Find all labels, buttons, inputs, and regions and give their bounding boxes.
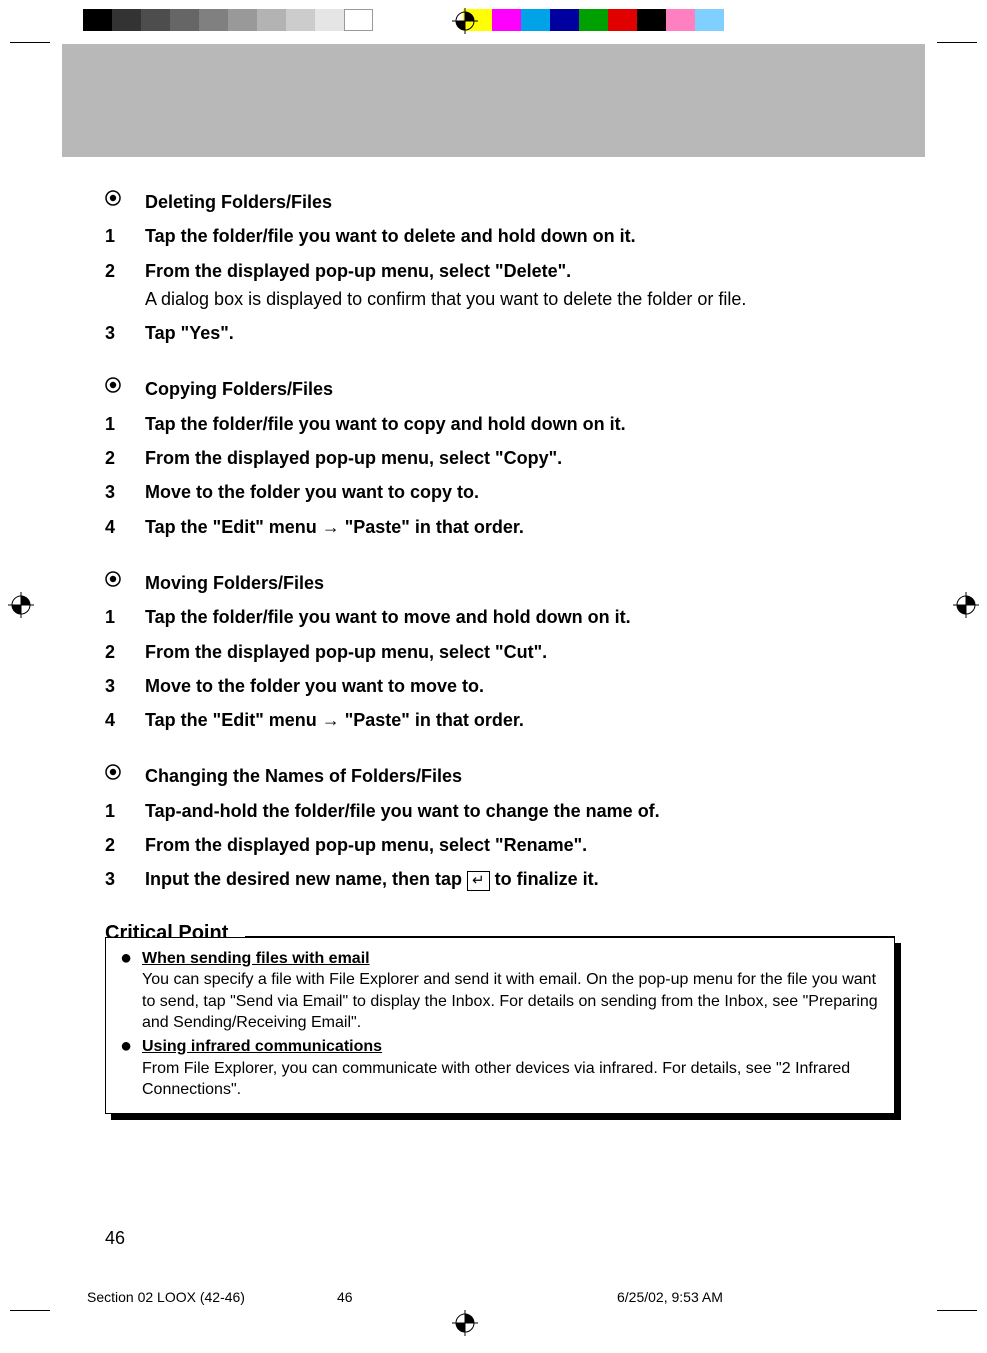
step-note: A dialog box is displayed to confirm tha…: [145, 287, 895, 311]
step-number: 3: [105, 674, 145, 698]
critical-point-box: ●When sending files with emailYou can sp…: [105, 937, 895, 1114]
section-heading: Copying Folders/Files: [105, 377, 895, 401]
cp-item-body: From File Explorer, you can communicate …: [142, 1060, 850, 1099]
step-text: From the displayed pop-up menu, select "…: [145, 259, 895, 312]
step-text: Tap the "Edit" menu → "Paste" in that or…: [145, 708, 895, 732]
registration-mark-icon: [8, 592, 34, 623]
bullet-dot-icon: ●: [120, 1036, 142, 1056]
bullet-dot-icon: ●: [120, 948, 142, 968]
section-heading: Moving Folders/Files: [105, 571, 895, 595]
enter-key-icon: ↵: [467, 871, 490, 891]
step-text: Tap the folder/file you want to copy and…: [145, 412, 895, 436]
step-number: 3: [105, 867, 145, 891]
step-number: 3: [105, 480, 145, 504]
crop-mark: [10, 1310, 50, 1311]
step-text: Tap the "Edit" menu → "Paste" in that or…: [145, 515, 895, 539]
step-number: 1: [105, 412, 145, 436]
step-text: Tap "Yes".: [145, 321, 895, 345]
section-heading: Changing the Names of Folders/Files: [105, 764, 895, 788]
step-number: 4: [105, 515, 145, 539]
step-number: 2: [105, 446, 145, 470]
cp-item-body: You can specify a file with File Explore…: [142, 971, 878, 1031]
footer-datetime: 6/25/02, 9:53 AM: [437, 1289, 937, 1305]
step-number: 1: [105, 605, 145, 629]
step: 2From the displayed pop-up menu, select …: [105, 640, 895, 664]
bullet-icon: [105, 764, 145, 780]
registration-mark-icon: [452, 1310, 478, 1341]
page-content: Deleting Folders/Files1Tap the folder/fi…: [105, 190, 895, 1114]
cp-item-title: When sending files with email: [142, 950, 370, 967]
heading-text: Copying Folders/Files: [145, 377, 895, 401]
footer: Section 02 LOOX (42-46) 46 6/25/02, 9:53…: [87, 1289, 937, 1305]
heading-text: Changing the Names of Folders/Files: [145, 764, 895, 788]
step: 3Move to the folder you want to copy to.: [105, 480, 895, 504]
step: 1Tap the folder/file you want to copy an…: [105, 412, 895, 436]
step-number: 2: [105, 640, 145, 664]
footer-page: 46: [337, 1289, 437, 1305]
step-number: 3: [105, 321, 145, 345]
step-text: Tap the folder/file you want to delete a…: [145, 224, 895, 248]
step-text: Move to the folder you want to move to.: [145, 674, 895, 698]
cp-item-title: Using infrared communications: [142, 1038, 382, 1055]
step: 2From the displayed pop-up menu, select …: [105, 446, 895, 470]
step: 3Input the desired new name, then tap ↵ …: [105, 867, 895, 891]
registration-mark-icon: [953, 592, 979, 623]
heading-text: Deleting Folders/Files: [145, 190, 895, 214]
bullet-icon: [105, 571, 145, 587]
step-number: 2: [105, 259, 145, 283]
step: 2From the displayed pop-up menu, select …: [105, 833, 895, 857]
bullet-icon: [105, 377, 145, 393]
step-number: 2: [105, 833, 145, 857]
crop-mark: [937, 1310, 977, 1311]
section-heading: Deleting Folders/Files: [105, 190, 895, 214]
step-text: Input the desired new name, then tap ↵ t…: [145, 867, 895, 891]
printer-color-bar: [83, 9, 753, 31]
footer-doc: Section 02 LOOX (42-46): [87, 1289, 337, 1305]
step: 1Tap the folder/file you want to move an…: [105, 605, 895, 629]
step-text: Tap-and-hold the folder/file you want to…: [145, 799, 895, 823]
step-text: From the displayed pop-up menu, select "…: [145, 833, 895, 857]
step: 4Tap the "Edit" menu → "Paste" in that o…: [105, 515, 895, 539]
registration-mark-icon: [452, 8, 478, 39]
step: 1Tap the folder/file you want to delete …: [105, 224, 895, 248]
step-text: From the displayed pop-up menu, select "…: [145, 640, 895, 664]
crop-mark: [937, 42, 977, 43]
bullet-icon: [105, 190, 145, 206]
step: 3Move to the folder you want to move to.: [105, 674, 895, 698]
crop-mark: [10, 42, 50, 43]
step: 1Tap-and-hold the folder/file you want t…: [105, 799, 895, 823]
step-text: Move to the folder you want to copy to.: [145, 480, 895, 504]
step-text: From the displayed pop-up menu, select "…: [145, 446, 895, 470]
step-number: 1: [105, 224, 145, 248]
critical-point-item: ●Using infrared communications From File …: [120, 1036, 880, 1101]
step-number: 1: [105, 799, 145, 823]
step-text: Tap the folder/file you want to move and…: [145, 605, 895, 629]
header-band: [62, 44, 925, 157]
step-number: 4: [105, 708, 145, 732]
step: 2From the displayed pop-up menu, select …: [105, 259, 895, 312]
critical-point-item: ●When sending files with email You can sp…: [120, 948, 880, 1034]
step: 3Tap "Yes".: [105, 321, 895, 345]
page-number: 46: [105, 1228, 125, 1249]
heading-text: Moving Folders/Files: [145, 571, 895, 595]
step: 4Tap the "Edit" menu → "Paste" in that o…: [105, 708, 895, 732]
